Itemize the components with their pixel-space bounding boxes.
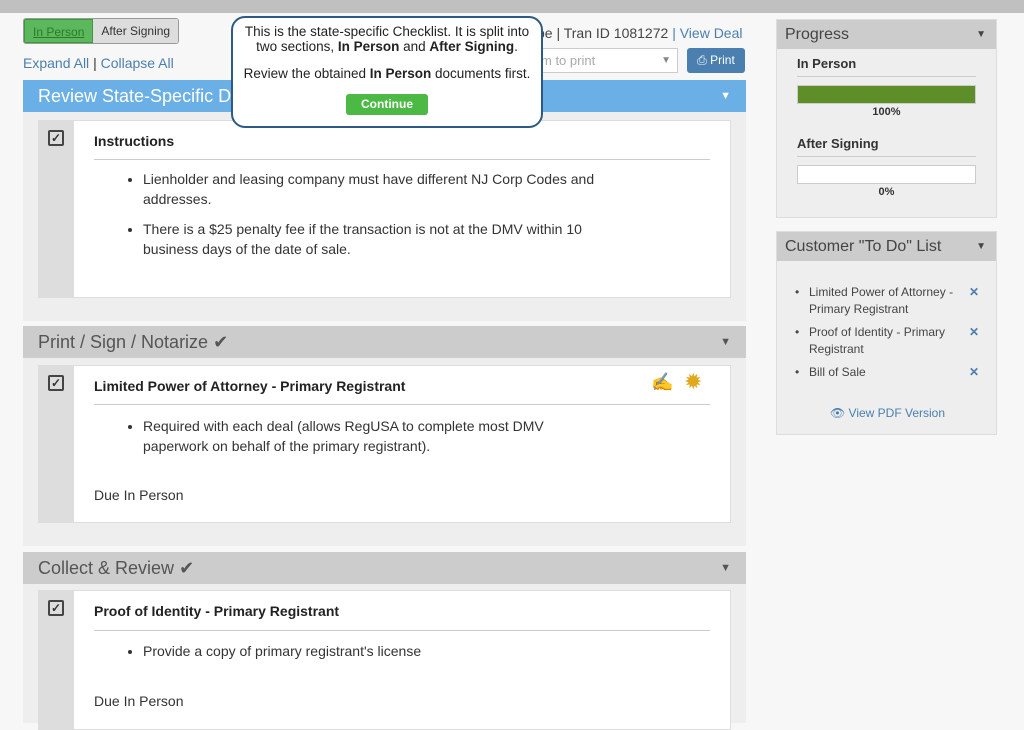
in-person-toggle[interactable]: In Person (24, 19, 94, 43)
expand-collapse-links: Expand All | Collapse All (23, 55, 174, 71)
progress-bar-in-person (797, 85, 976, 104)
view-pdf-label: View PDF Version (848, 406, 946, 420)
progress-label: In Person (797, 56, 976, 77)
checkbox[interactable]: ✓ (48, 130, 64, 146)
progress-fill (798, 86, 975, 103)
section-title: Print / Sign / Notarize (38, 332, 209, 352)
caret-down-icon[interactable]: ▼ (720, 80, 731, 112)
checkbox[interactable]: ✓ (48, 600, 64, 616)
bullet: Provide a copy of primary registrant's l… (143, 641, 603, 661)
panel-header[interactable]: Customer "To Do" List ▼ (777, 232, 996, 261)
progress-panel: Progress ▼ In Person 100% After Signing 0… (776, 19, 997, 218)
divider (94, 159, 710, 160)
view-toggle: In Person After Signing (23, 18, 180, 44)
remove-icon[interactable]: ✕ (969, 324, 979, 341)
todo-panel: Customer "To Do" List ▼ • Limited Power of… (776, 231, 997, 435)
todo-item-label: Proof of Identity - Primary Registrant (809, 325, 946, 356)
todo-item-label: Limited Power of Attorney - Primary Regi… (809, 285, 954, 316)
progress-percent: 100% (872, 106, 901, 118)
divider (94, 404, 710, 405)
card-title: Instructions (94, 133, 175, 149)
remove-icon[interactable]: ✕ (969, 364, 979, 381)
section-header[interactable]: Collect & Review ✔ ▼ (23, 552, 746, 584)
section-title: Collect & Review (38, 558, 175, 578)
section-header[interactable]: Print / Sign / Notarize ✔ ▼ (23, 326, 746, 358)
bullet: Lienholder and leasing company must have… (143, 169, 603, 209)
caret-down-icon[interactable]: ▼ (976, 232, 986, 261)
tooltip-line: Review the obtained In Person documents … (243, 66, 531, 81)
card-gutter: ✓ (39, 366, 74, 522)
due-text: Due In Person (94, 487, 184, 503)
bullet-list: Lienholder and leasing company must have… (143, 169, 603, 269)
after-signing-toggle[interactable]: After Signing (93, 19, 179, 43)
print-select-placeholder: m to print (541, 53, 596, 68)
bullet-list: Provide a copy of primary registrant's l… (143, 641, 603, 671)
caret-down-icon[interactable]: ▼ (720, 552, 731, 584)
print-button[interactable]: ⎙ Print (687, 48, 745, 73)
divider (94, 630, 710, 631)
caret-down-icon[interactable]: ▼ (976, 20, 986, 49)
collapse-all-link[interactable]: Collapse All (101, 55, 174, 71)
sign-document-icon[interactable]: ✍ (651, 372, 673, 393)
top-bar (0, 0, 1024, 13)
continue-button[interactable]: Continue (346, 94, 428, 115)
progress-percent: 0% (878, 186, 895, 198)
section-print-sign-notarize: Print / Sign / Notarize ✔ ▼ ✓ Limited Pow… (23, 326, 746, 546)
tooltip-line: This is the state-specific Checklist. It… (244, 24, 530, 39)
todo-item: • Bill of Sale ✕ (795, 364, 979, 381)
card-gutter: ✓ (39, 121, 74, 297)
tour-tooltip: This is the state-specific Checklist. It… (231, 16, 543, 128)
progress-label: After Signing (797, 136, 976, 157)
section-collect-review: Collect & Review ✔ ▼ ✓ Proof of Identity … (23, 552, 746, 730)
bullet: There is a $25 penalty fee if the transa… (143, 219, 603, 259)
todo-item: • Limited Power of Attorney - Primary Reg… (795, 284, 979, 316)
card-gutter: ✓ (39, 591, 74, 729)
checklist-card: ✓ Instructions Lienholder and leasing co… (38, 120, 731, 298)
tooltip-line: two sections, In Person and After Signin… (256, 39, 518, 54)
card-title: Proof of Identity - Primary Registrant (94, 603, 340, 619)
todo-list: • Limited Power of Attorney - Primary Reg… (795, 284, 995, 387)
checklist-card: ✓ Proof of Identity - Primary Registrant… (38, 590, 731, 730)
panel-header[interactable]: Progress ▼ (777, 20, 996, 49)
view-deal-link[interactable]: | View Deal (672, 25, 742, 41)
expand-all-link[interactable]: Expand All (23, 55, 89, 71)
checkbox[interactable]: ✓ (48, 375, 64, 391)
tran-id: pe | Tran ID 1081272 (537, 25, 669, 41)
panel-title: Progress (785, 26, 850, 43)
remove-icon[interactable]: ✕ (969, 284, 979, 301)
due-text: Due In Person (94, 693, 184, 709)
bullet: Required with each deal (allows RegUSA t… (143, 416, 603, 456)
bullet-list: Required with each deal (allows RegUSA t… (143, 416, 603, 466)
chevron-down-icon: ▼ (661, 55, 671, 66)
separator: | (93, 55, 97, 71)
printer-icon: ⎙ (697, 53, 707, 67)
view-pdf-link[interactable]: 👁 View PDF Version (777, 406, 998, 420)
checklist-card: ✓ Limited Power of Attorney - Primary Re… (38, 365, 731, 523)
todo-item-label: Bill of Sale (809, 365, 866, 379)
caret-down-icon[interactable]: ▼ (720, 326, 731, 358)
transaction-info: pe | Tran ID 1081272 | View Deal (537, 25, 743, 41)
notary-seal-icon[interactable]: ✹ (684, 369, 702, 395)
section-title: Review State-Specific Do (38, 86, 242, 106)
panel-title: Customer "To Do" List (785, 238, 942, 255)
todo-item: • Proof of Identity - Primary Registrant ✕ (795, 324, 979, 356)
print-label: Print (710, 53, 735, 67)
card-title: Limited Power of Attorney - Primary Regi… (94, 378, 406, 394)
progress-bar-after-signing (797, 165, 976, 184)
check-icon: ✔ (179, 558, 195, 578)
print-select[interactable]: m to print ▼ (520, 48, 678, 73)
check-icon: ✔ (213, 332, 229, 352)
eye-icon: 👁 (829, 406, 846, 420)
